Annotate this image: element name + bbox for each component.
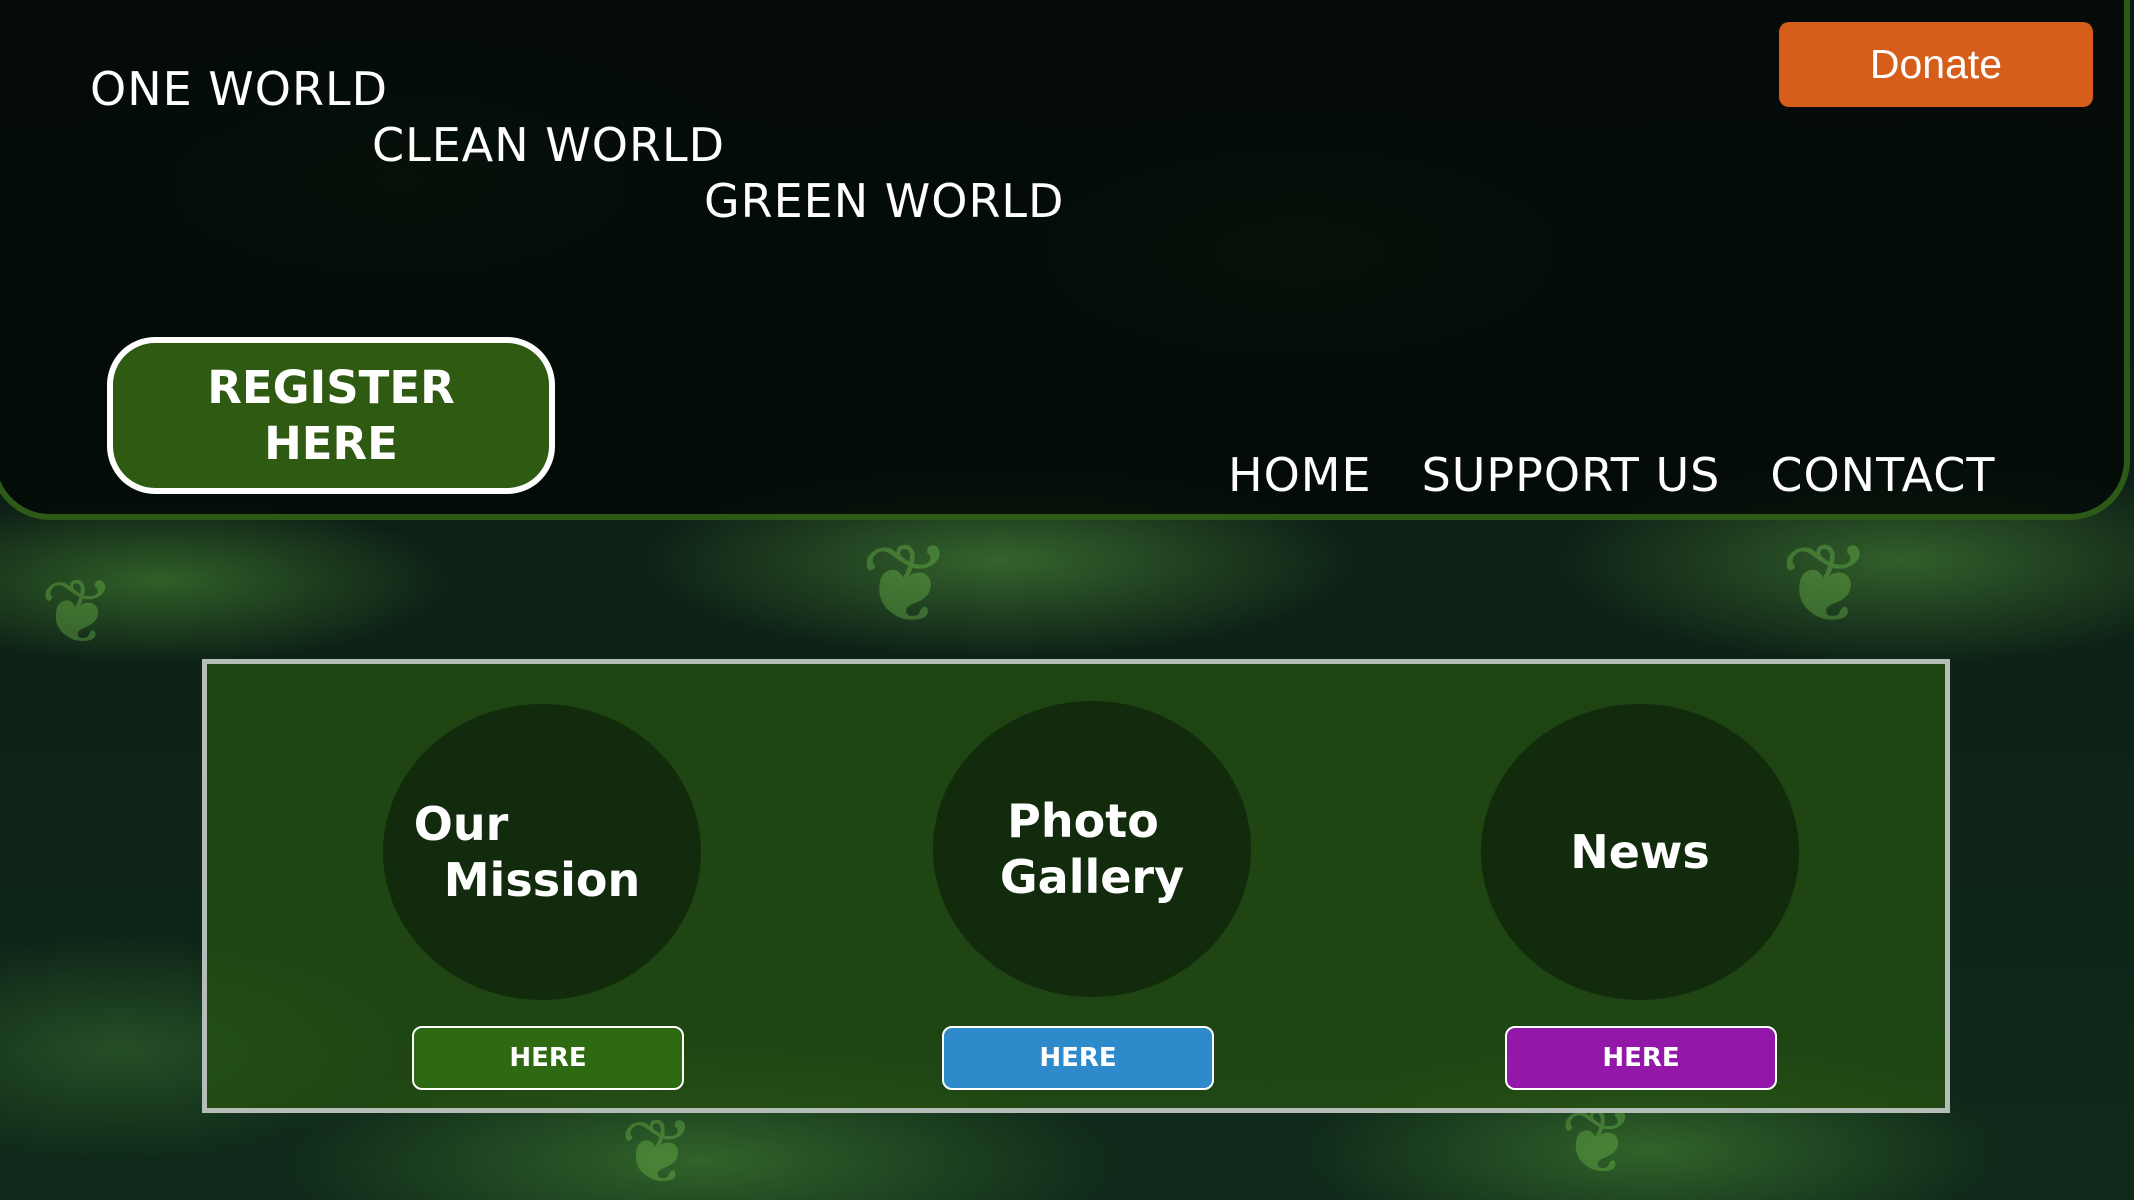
our-mission-title-line-1: Our bbox=[413, 797, 509, 851]
our-mission-title-line-2: Mission bbox=[443, 853, 641, 907]
tagline-line-3: GREEN WORLD bbox=[704, 174, 1065, 228]
photo-gallery-circle[interactable]: Photo Gallery bbox=[933, 701, 1251, 997]
news-circle[interactable]: News bbox=[1481, 704, 1799, 1000]
nav-support-us[interactable]: SUPPORT US bbox=[1422, 448, 1721, 502]
sections-panel: Our Mission Photo Gallery News HERE HERE… bbox=[202, 659, 1950, 1113]
register-line-1: REGISTER bbox=[207, 360, 455, 414]
fern-decoration: ❦ bbox=[1780, 520, 1873, 648]
photo-gallery-here-button[interactable]: HERE bbox=[942, 1026, 1214, 1090]
main-nav: HOME SUPPORT US CONTACT bbox=[1228, 448, 1995, 502]
news-title-line-1: News bbox=[1570, 825, 1710, 879]
page: ❦ ❦ ❦ ❦ ❦ ONE WORLD CLEAN WORLD GREEN WO… bbox=[0, 0, 2134, 1200]
our-mission-circle[interactable]: Our Mission bbox=[383, 704, 701, 1000]
photo-gallery-title: Photo Gallery bbox=[1000, 793, 1184, 905]
nav-home[interactable]: HOME bbox=[1228, 448, 1372, 502]
fern-decoration: ❦ bbox=[40, 560, 116, 665]
tagline-line-1: ONE WORLD bbox=[90, 62, 389, 116]
news-title: News bbox=[1570, 824, 1710, 880]
our-mission-title: Our Mission bbox=[414, 796, 641, 908]
register-button-label: REGISTER HERE bbox=[207, 360, 455, 472]
donate-button[interactable]: Donate bbox=[1779, 22, 2093, 107]
fern-decoration: ❦ bbox=[620, 1100, 696, 1200]
photo-gallery-title-line-1: Photo bbox=[1007, 794, 1159, 848]
photo-gallery-title-line-2: Gallery bbox=[999, 850, 1185, 904]
news-here-button[interactable]: HERE bbox=[1505, 1026, 1777, 1090]
register-button[interactable]: REGISTER HERE bbox=[107, 337, 555, 494]
fern-decoration: ❦ bbox=[860, 520, 953, 648]
our-mission-here-button[interactable]: HERE bbox=[412, 1026, 684, 1090]
nav-contact[interactable]: CONTACT bbox=[1770, 448, 1995, 502]
register-line-2: HERE bbox=[264, 416, 398, 470]
tagline-line-2: CLEAN WORLD bbox=[372, 118, 726, 172]
